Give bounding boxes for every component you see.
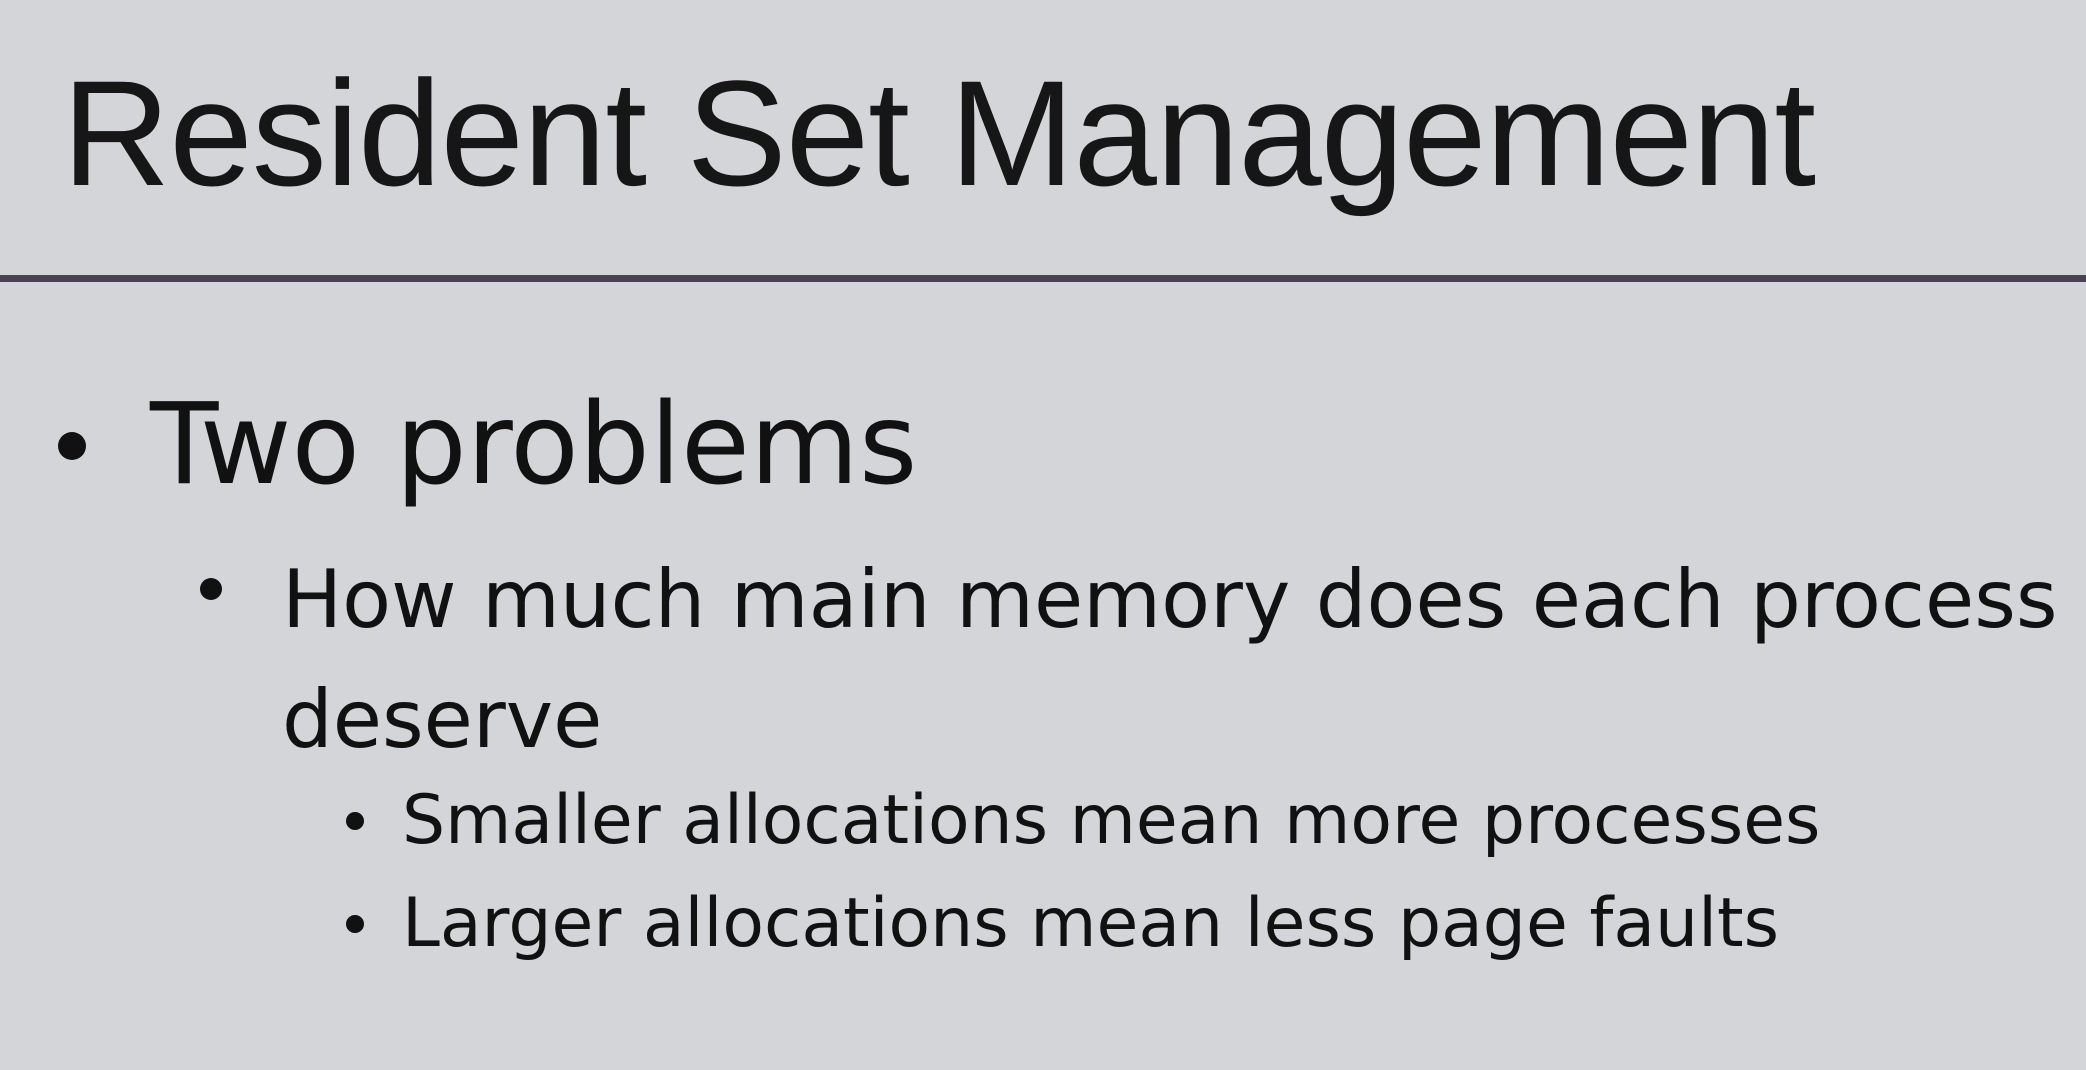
- bullet-dot-icon: [346, 812, 364, 830]
- bullet-dot-icon: [200, 578, 222, 600]
- bullet-dot-icon: [346, 915, 364, 933]
- slide: Resident Set Management Two problems How…: [0, 0, 2086, 1070]
- bullet-main-memory-question: How much main memory does each process d…: [282, 553, 2058, 766]
- slide-title: Resident Set Management: [62, 49, 1816, 217]
- bullet-two-problems: Two problems: [150, 380, 918, 510]
- bullet-smaller-allocations: Smaller allocations mean more processes: [402, 781, 1821, 860]
- bullet-dot-icon: [58, 432, 86, 460]
- title-divider: [0, 275, 2086, 282]
- bullet-larger-allocations: Larger allocations mean less page faults: [402, 884, 1780, 963]
